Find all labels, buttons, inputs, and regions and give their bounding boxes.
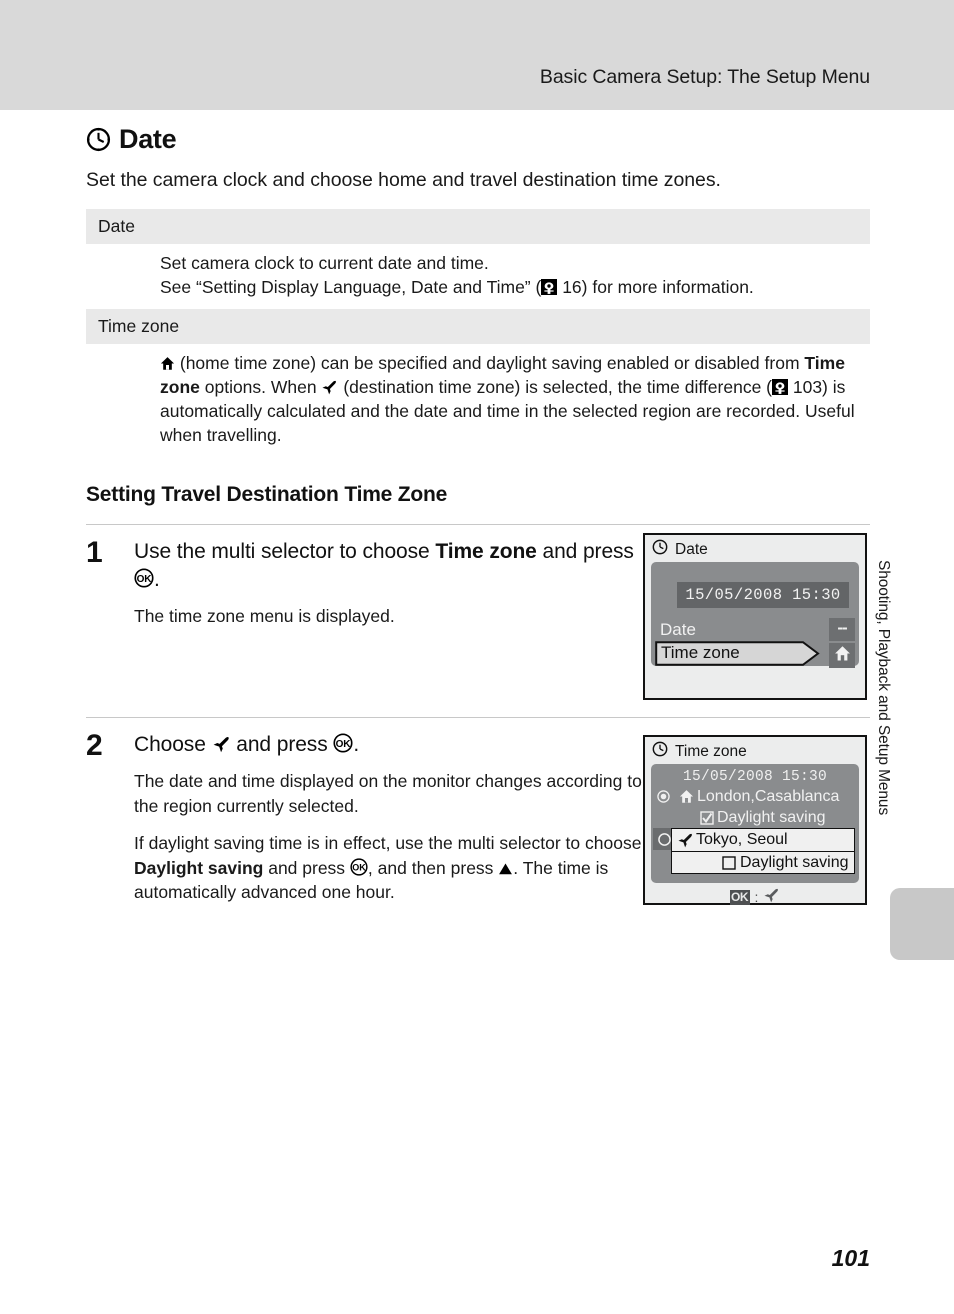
ok-button-icon-2: OK: [333, 733, 353, 753]
radio-selected-icon: [651, 790, 675, 803]
ok-button-icon-3: OK: [350, 858, 368, 876]
lcd2-title-bar: Time zone: [645, 737, 865, 764]
plane-icon: [321, 380, 338, 395]
step-1-number: 1: [86, 535, 103, 569]
step-2-body: Choose and press OK. The date and time d…: [134, 731, 642, 905]
timezone-body-part3: (destination time zone) is selected, the…: [338, 376, 772, 397]
svg-text:OK: OK: [137, 573, 153, 584]
plane-icon-step2: [212, 736, 231, 753]
clock-icon-lcd2: [652, 741, 668, 762]
lcd2-footer-separator: :: [754, 889, 759, 905]
up-arrow-icon: [498, 862, 513, 876]
home-icon-lcd1: [834, 645, 851, 667]
lcd1-menu-item-date-label: Date: [660, 619, 696, 639]
step-2-note2-part3: , and then press: [367, 857, 499, 878]
svg-text:OK: OK: [352, 862, 366, 872]
side-tab-label: Shooting, Playback and Setup Menus: [875, 560, 892, 816]
lcd1-menu-item-timezone[interactable]: Time zone: [651, 641, 859, 666]
clock-icon-lcd1: [652, 539, 668, 560]
step-1-body: Use the multi selector to choose Time zo…: [134, 538, 642, 629]
section-heading: Date: [86, 124, 870, 155]
timezone-body-part2: options. When: [199, 376, 322, 397]
lcd2-selected-group: Tokyo, Seoul Daylight saving: [651, 828, 859, 874]
step-2-note2-part1: If daylight saving time is in effect, us…: [134, 833, 642, 854]
plane-icon-lcd2: [674, 833, 696, 848]
lcd-screenshot-date-menu: Date 15/05/2008 15:30 Date Time zone --: [643, 533, 867, 700]
home-icon-lcd2: [675, 789, 697, 804]
step-2-number: 2: [86, 728, 103, 762]
svg-text:OK: OK: [336, 739, 352, 750]
step-2-lead: Choose and press OK.: [134, 731, 642, 759]
checkbox-checked-icon: [697, 810, 717, 825]
home-icon: [160, 356, 175, 371]
step-1-lead-bold: Time zone: [435, 539, 537, 563]
clock-icon: [86, 127, 111, 152]
lcd2-row-home-label: London,Casablanca: [697, 787, 840, 805]
lcd2-row-home-dst-label: Daylight saving: [717, 808, 826, 826]
spec-row-body-timezone: (home time zone) can be specified and da…: [86, 344, 870, 457]
spec-row-header-timezone: Time zone: [86, 308, 870, 344]
step-2-lead-part2: and press: [230, 732, 334, 756]
lcd2-row-destination-label: Tokyo, Seoul: [696, 831, 788, 848]
timezone-body-part1: (home time zone) can be specified and da…: [175, 352, 805, 373]
step-2-note-1: The date and time displayed on the monit…: [134, 771, 642, 816]
lcd2-panel: 15/05/2008 15:30 London,Casablanca Dayli…: [651, 764, 859, 883]
lcd1-title-bar: Date: [645, 535, 865, 562]
lcd1-menu-list: Date Time zone --: [651, 618, 859, 668]
lcd1-menu-item-timezone-label: Time zone: [661, 642, 740, 662]
page-reference-icon-2: [772, 378, 788, 395]
lcd2-row-destination-dst-label: Daylight saving: [740, 853, 849, 871]
spec-row-header-date: Date: [86, 209, 870, 244]
lcd1-datetime: 15/05/2008 15:30: [677, 582, 849, 608]
lcd2-row-home[interactable]: London,Casablanca: [651, 786, 859, 807]
step-1-lead: Use the multi selector to choose Time zo…: [134, 538, 642, 593]
lcd2-footer-hint: OK :: [645, 883, 865, 908]
page-title: Date: [119, 124, 177, 154]
step-1-lead-part1: Use the multi selector to choose: [134, 539, 436, 563]
section-intro: Set the camera clock and choose home and…: [86, 169, 721, 191]
lcd-screenshot-timezone-menu: Time zone 15/05/2008 15:30 London,Casabl…: [643, 735, 867, 905]
ok-button-icon: OK: [134, 567, 154, 588]
ok-badge-icon: OK: [729, 889, 750, 905]
spec-table: Date Set camera clock to current date an…: [86, 209, 870, 457]
lcd2-row-destination-dst[interactable]: Daylight saving: [671, 852, 855, 874]
lcd1-date-indicator-label: --: [837, 618, 847, 637]
lcd2-row-home-dst[interactable]: Daylight saving: [651, 807, 859, 828]
lcd1-menu-item-date[interactable]: Date: [651, 618, 859, 641]
page-number: 101: [831, 1245, 870, 1271]
lcd1-timezone-indicator: [829, 643, 855, 668]
step-2-note2-part2: and press: [263, 857, 350, 878]
spec-row-body-date: Set camera clock to current date and tim…: [86, 244, 870, 309]
step-2-note2-bold: Daylight saving: [134, 857, 264, 878]
running-title: Basic Camera Setup: The Setup Menu: [539, 66, 870, 88]
lcd2-title-label: Time zone: [675, 742, 747, 760]
lcd1-panel: 15/05/2008 15:30 Date Time zone --: [651, 562, 859, 668]
date-body-line-1: Set camera clock to current date and tim…: [160, 253, 489, 273]
lcd2-row-destination[interactable]: Tokyo, Seoul: [671, 828, 855, 852]
lcd1-date-indicator: --: [829, 618, 855, 641]
page-reference-icon: [541, 278, 558, 295]
page-header-band: [0, 0, 954, 110]
date-body-line-2: See “Setting Display Language, Date and …: [160, 276, 542, 297]
sub-heading: Setting Travel Destination Time Zone: [86, 482, 448, 506]
lcd1-title-label: Date: [675, 540, 708, 558]
plane-icon-lcd2-footer: [763, 888, 780, 906]
date-body-line-3: 16) for more information.: [557, 276, 754, 297]
step-2-note-2: If daylight saving time is in effect, us…: [134, 831, 642, 905]
lcd2-datetime: 15/05/2008 15:30: [682, 769, 828, 785]
checkbox-unchecked-icon: [718, 855, 740, 870]
step-1-note: The time zone menu is displayed.: [134, 606, 395, 627]
step-1-lead-part2: and press: [536, 539, 634, 563]
step-2-lead-part3: .: [353, 732, 360, 756]
step-1-lead-part3: .: [154, 567, 160, 591]
step-2-lead-part1: Choose: [134, 732, 212, 756]
side-tab-marker: [890, 888, 954, 960]
